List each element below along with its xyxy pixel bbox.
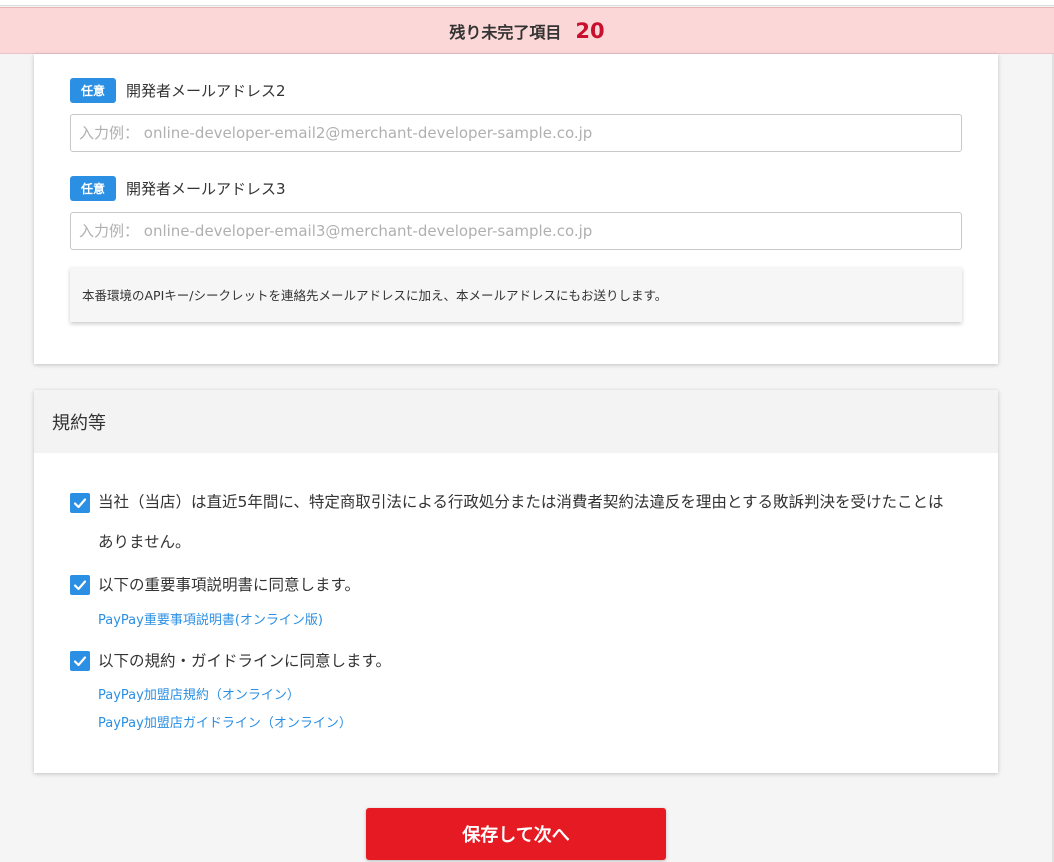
api-key-note: 本番環境のAPIキー/シークレットを連絡先メールアドレスに加え、本メールアドレス… <box>70 267 962 322</box>
terms-item-text: 以下の重要事項説明書に同意します。 <box>98 576 360 594</box>
checkmark-icon <box>73 656 87 667</box>
checkbox-important-matters[interactable] <box>70 575 90 595</box>
terms-item-important-matters: 以下の重要事項説明書に同意します。 <box>70 573 958 597</box>
developer-email-card: 任意 開発者メールアドレス2 任意 開発者メールアドレス3 本番環境のAPIキー… <box>34 54 998 364</box>
top-divider <box>0 0 1054 6</box>
terms-title: 規約等 <box>34 390 998 453</box>
developer-email3-label: 開発者メールアドレス3 <box>126 180 286 198</box>
important-matters-link[interactable]: PayPay重要事項説明書(オンライン版) <box>98 609 323 628</box>
remaining-items-banner: 残り未完了項目 20 <box>0 7 1054 54</box>
terms-card: 規約等 当社（当店）は直近5年間に、特定商取引法による行政処分または消費者契約法… <box>34 390 998 773</box>
developer-email2-label: 開発者メールアドレス2 <box>126 82 286 100</box>
terms-item-no-violation: 当社（当店）は直近5年間に、特定商取引法による行政処分または消費者契約法違反を理… <box>70 491 958 562</box>
checkbox-merchant-rules[interactable] <box>70 651 90 671</box>
optional-badge: 任意 <box>70 176 116 201</box>
save-and-next-button[interactable]: 保存して次へ <box>366 808 666 860</box>
checkbox-no-violation[interactable] <box>70 493 90 513</box>
remaining-items-count: 20 <box>575 18 605 43</box>
developer-email3-input[interactable] <box>70 212 962 250</box>
remaining-items-label: 残り未完了項目 <box>449 22 562 42</box>
merchant-terms-link[interactable]: PayPay加盟店規約（オンライン） <box>98 684 300 703</box>
terms-item-text: 当社（当店）は直近5年間に、特定商取引法による行政処分または消費者契約法違反を理… <box>98 493 944 551</box>
terms-item-merchant-rules: 以下の規約・ガイドラインに同意します。 <box>70 649 958 673</box>
terms-item-text: 以下の規約・ガイドラインに同意します。 <box>98 652 391 670</box>
checkmark-icon <box>73 580 87 591</box>
developer-email2-label-row: 任意 開発者メールアドレス2 <box>70 78 286 103</box>
optional-badge: 任意 <box>70 78 116 103</box>
merchant-guideline-link[interactable]: PayPay加盟店ガイドライン（オンライン） <box>98 712 352 731</box>
developer-email2-input[interactable] <box>70 114 962 152</box>
developer-email3-label-row: 任意 開発者メールアドレス3 <box>70 176 286 201</box>
checkmark-icon <box>73 498 87 509</box>
